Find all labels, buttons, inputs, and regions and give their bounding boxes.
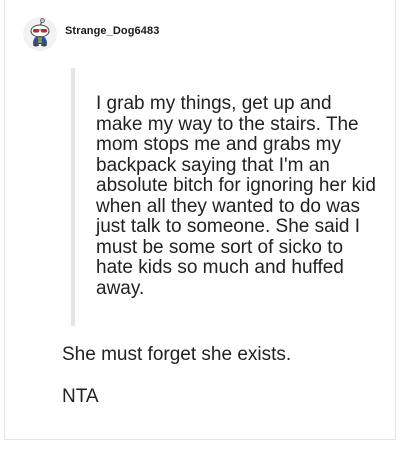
reddit-snoo-avatar-icon[interactable] bbox=[23, 17, 57, 51]
comment-paragraph: NTA bbox=[62, 386, 99, 407]
comment-header: Strange_Dog6483 bbox=[23, 16, 159, 52]
comment-paragraph: She must forget she exists. bbox=[62, 344, 292, 365]
quote-text: I grab my things, get up and make my way… bbox=[96, 93, 376, 299]
username[interactable]: Strange_Dog6483 bbox=[65, 25, 159, 37]
quote-block: I grab my things, get up and make my way… bbox=[71, 68, 381, 326]
comment-card: Strange_Dog6483 I grab my things, get up… bbox=[4, 0, 396, 440]
